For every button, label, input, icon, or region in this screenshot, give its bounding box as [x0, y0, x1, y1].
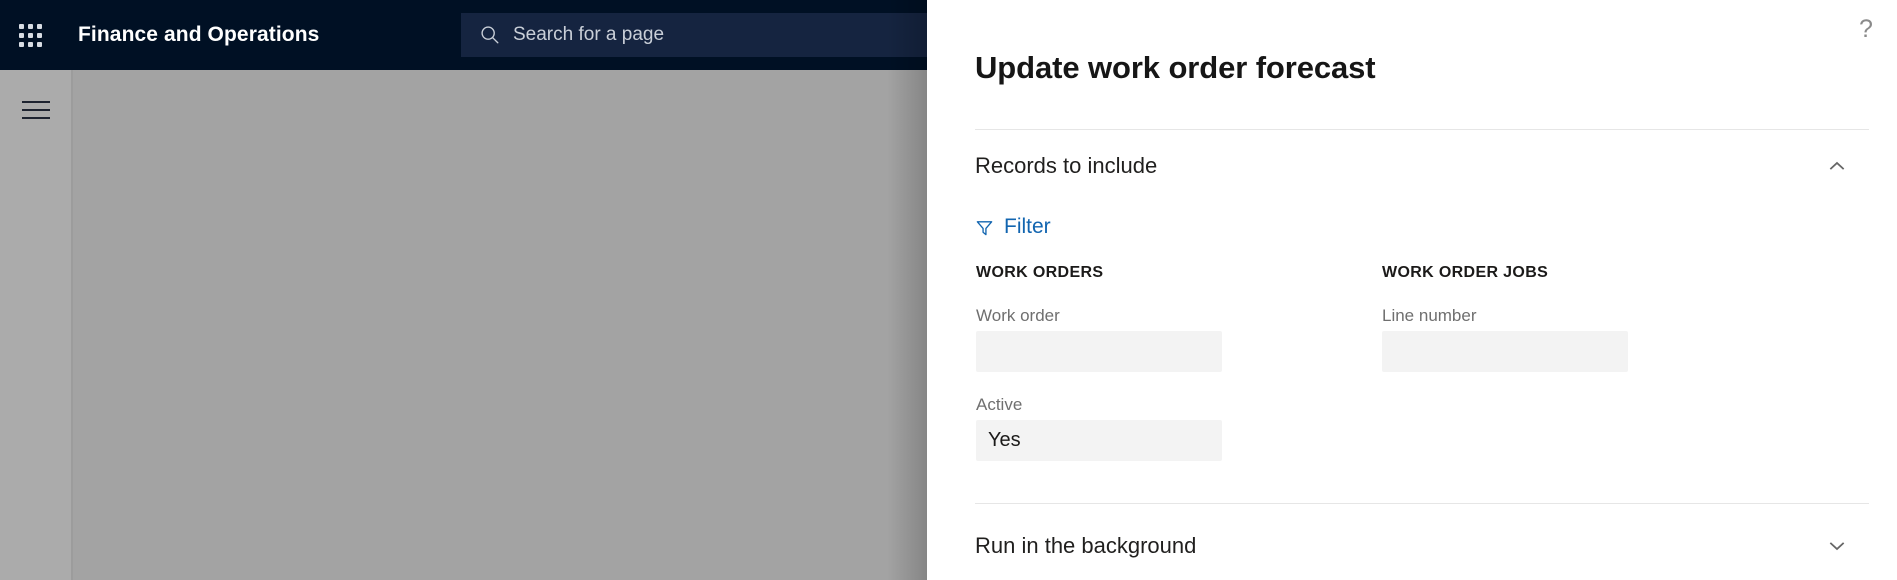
work-order-input[interactable]	[976, 331, 1222, 372]
chevron-down-icon[interactable]	[1827, 540, 1847, 552]
column-work-order-jobs: WORK ORDER JOBS Line number	[1382, 264, 1782, 395]
line-number-input[interactable]	[1382, 331, 1628, 372]
divider-top	[975, 129, 1869, 130]
search-icon	[481, 26, 499, 44]
divider-bottom	[975, 503, 1869, 504]
hamburger-menu-icon[interactable]	[22, 101, 50, 121]
search-input[interactable]: Search for a page	[461, 13, 927, 57]
section-header-records-to-include[interactable]: Records to include	[975, 146, 1869, 186]
column-work-orders: WORK ORDERS Work order Active	[976, 264, 1376, 484]
column-heading-work-orders: WORK ORDERS	[976, 264, 1104, 281]
app-launcher-waffle-icon[interactable]	[0, 0, 60, 70]
section-label-run-in-the-background: Run in the background	[975, 533, 1197, 558]
chevron-up-icon[interactable]	[1827, 160, 1847, 172]
app-title: Finance and Operations	[78, 23, 320, 46]
filter-label: Filter	[1004, 215, 1051, 238]
section-label-records-to-include: Records to include	[975, 153, 1158, 178]
field-work-order: Work order	[976, 306, 1376, 372]
section-header-run-in-the-background[interactable]: Run in the background	[975, 526, 1869, 566]
help-question-mark-icon[interactable]: ?	[1849, 12, 1883, 46]
navigation-rail	[0, 70, 73, 580]
page-title: Update work order forecast	[975, 50, 1376, 85]
field-label-active: Active	[976, 395, 1023, 414]
active-input[interactable]	[976, 420, 1222, 461]
page-backdrop	[0, 70, 927, 580]
app-root: Finance and Operations Search for a page…	[0, 0, 1897, 580]
waffle-grid	[18, 23, 42, 47]
column-heading-work-order-jobs: WORK ORDER JOBS	[1382, 264, 1549, 281]
funnel-filter-icon	[976, 220, 993, 235]
field-label-line-number: Line number	[1382, 306, 1477, 325]
field-active: Active	[976, 395, 1376, 461]
field-label-work-order: Work order	[976, 306, 1060, 325]
filter-button[interactable]: Filter	[975, 214, 1051, 240]
search-placeholder-text: Search for a page	[513, 24, 665, 45]
update-work-order-forecast-dialog: ? Update work order forecast Records to …	[927, 0, 1897, 580]
field-line-number: Line number	[1382, 306, 1782, 372]
top-command-bar: Finance and Operations Search for a page	[0, 0, 927, 70]
